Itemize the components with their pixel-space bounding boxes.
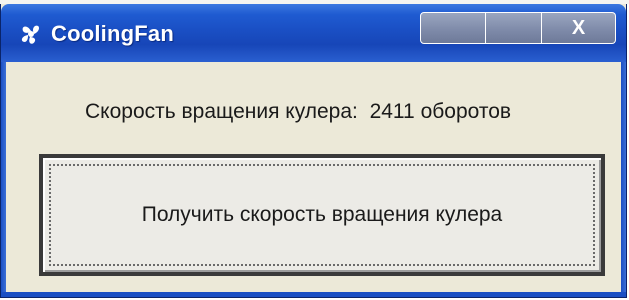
window-controls: X — [420, 12, 616, 46]
get-fan-speed-button-label: Получить скорость вращения кулера — [141, 203, 503, 226]
fan-speed-caption: Скорость вращения кулера: — [85, 100, 358, 123]
fan-speed-label: Скорость вращения кулера: 2411 оборотов — [85, 100, 511, 124]
close-icon: X — [571, 16, 586, 39]
fan-speed-value: 2411 — [369, 100, 415, 123]
app-window: CoolingFan X Скорость вращения кулера: 2… — [0, 4, 627, 298]
window-border-right — [621, 62, 626, 297]
fan-speed-unit: оборотов — [420, 100, 512, 123]
window-title: CoolingFan — [51, 21, 174, 46]
minimize-button[interactable] — [420, 12, 486, 44]
cooling-fan-icon — [21, 25, 39, 44]
maximize-button[interactable] — [486, 12, 542, 44]
get-fan-speed-button[interactable]: Получить скорость вращения кулера — [39, 154, 605, 276]
window-border-left — [1, 62, 6, 297]
close-button[interactable]: X — [542, 12, 616, 44]
title-bar[interactable]: CoolingFan X — [1, 4, 626, 62]
window-border-bottom — [1, 292, 626, 297]
